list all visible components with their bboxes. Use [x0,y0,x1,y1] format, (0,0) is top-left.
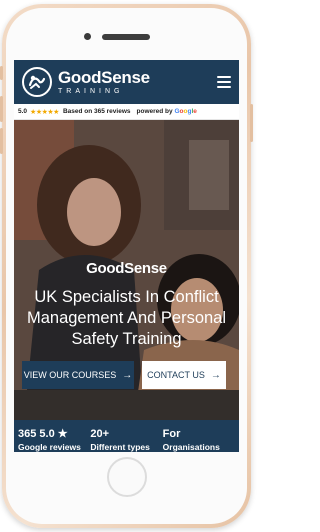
stat-organisations-main: For [162,428,181,440]
hero-brand: GoodSense [86,260,167,277]
phone-screen: GoodSense TRAINING 5.0 ★★★★★ Based on 36… [14,60,239,452]
google-logo: Google [174,108,197,115]
arrow-right-icon: → [210,369,221,381]
stat-courses-main: 20+ [90,428,109,440]
home-button[interactable] [107,457,147,497]
contact-us-label: CONTACT US [147,370,205,380]
review-count: Based on 365 reviews [62,108,131,115]
site-header: GoodSense TRAINING [14,60,239,104]
view-courses-label: VIEW OUR COURSES [23,370,117,380]
volume-up-button [0,96,3,122]
reviews-bar[interactable]: 5.0 ★★★★★ Based on 365 reviews powered b… [14,104,239,120]
stat-courses-sub: Different types [90,442,150,452]
stats-strip: 365 5.0 ★ Google reviews 20+ Different t… [14,420,239,452]
hero-heading: UK Specialists In Conflict Management An… [26,288,227,348]
stat-reviews: 365 5.0 ★ Google reviews [18,428,90,452]
earpiece-speaker [102,34,150,40]
brand-name: GoodSense [58,68,150,87]
hamburger-menu-icon[interactable] [217,76,231,88]
stat-organisations: For Organisations [163,428,235,452]
review-score: 5.0 [18,108,28,115]
stat-organisations-sub: Organisations [162,442,220,452]
volume-down-button [0,128,3,154]
arrow-right-icon: → [122,369,133,381]
star-rating-icon: ★★★★★ [30,108,59,116]
stat-reviews-main: 365 5.0 ★ [18,428,68,440]
stat-courses: 20+ Different types [90,428,162,452]
hero-section: GoodSense UK Specialists In Conflict Man… [14,120,239,420]
power-button [250,104,253,142]
front-camera [84,33,91,40]
brand-subtitle: TRAINING [58,88,124,95]
contact-us-button[interactable]: CONTACT US → [142,361,226,389]
logo-wordmark[interactable]: GoodSense TRAINING [58,68,150,96]
mute-switch [0,66,3,80]
powered-by-label: powered by [136,108,173,115]
logo-icon[interactable] [22,67,52,97]
view-courses-button[interactable]: VIEW OUR COURSES → [22,361,134,389]
stat-reviews-sub: Google reviews [18,442,81,452]
